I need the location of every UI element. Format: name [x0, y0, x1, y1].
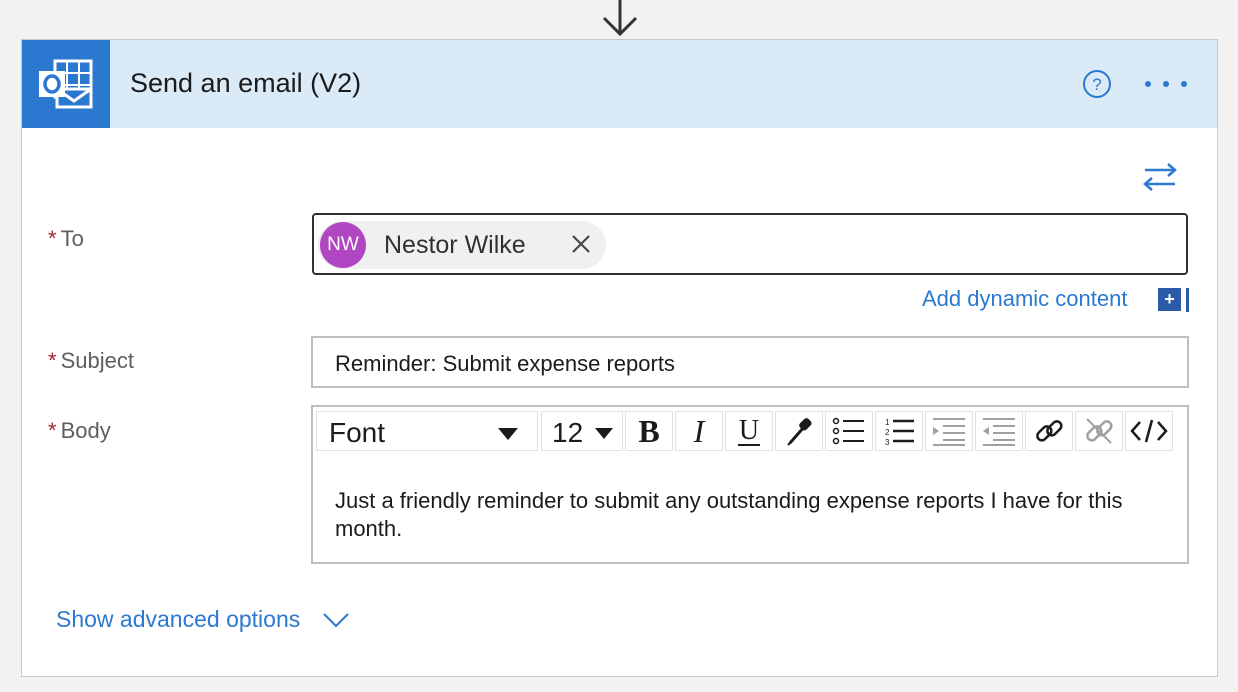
svg-text:1: 1: [885, 418, 890, 427]
to-label: * To: [48, 226, 84, 251]
svg-text:2: 2: [885, 428, 890, 437]
svg-text:I: I: [693, 416, 706, 446]
subject-label: * Subject: [48, 348, 134, 373]
code-view-button[interactable]: [1125, 411, 1173, 451]
outdent-button[interactable]: [975, 411, 1023, 451]
body-label: * Body: [48, 418, 111, 443]
numbered-list-button[interactable]: 1 2 3: [875, 411, 923, 451]
bold-icon: B: [638, 416, 659, 446]
svg-text:U: U: [739, 415, 759, 446]
svg-text:3: 3: [885, 438, 890, 446]
link-icon: [1036, 420, 1063, 442]
to-field[interactable]: NW Nestor Wilke: [312, 213, 1188, 275]
font-size-select[interactable]: 12: [541, 411, 623, 451]
bold-button[interactable]: B: [625, 411, 673, 451]
required-marker: *: [48, 226, 57, 251]
more-options-icon[interactable]: [1142, 74, 1192, 94]
indent-button[interactable]: [925, 411, 973, 451]
outlook-icon: [22, 40, 110, 128]
recipient-name: Nestor Wilke: [384, 231, 526, 259]
underline-button[interactable]: U: [725, 411, 773, 451]
code-icon: [1130, 419, 1168, 443]
avatar: NW: [320, 222, 366, 268]
add-dynamic-content-button[interactable]: +: [1158, 288, 1181, 311]
body-editor[interactable]: Font 12 B I U 1 2 3 Just a friendly remi…: [311, 405, 1189, 564]
action-title: Send an email (V2): [130, 68, 362, 98]
svg-text:?: ?: [1092, 75, 1101, 94]
rich-text-toolbar: Font 12 B I U 1 2 3: [313, 407, 1187, 457]
body-text[interactable]: Just a friendly reminder to submit any o…: [335, 487, 1175, 543]
help-icon[interactable]: ?: [1082, 69, 1112, 99]
add-dynamic-divider: [1186, 288, 1189, 312]
subject-input[interactable]: Reminder: Submit expense reports: [311, 336, 1189, 388]
show-advanced-options-link[interactable]: Show advanced options: [56, 606, 300, 633]
underline-icon: U: [738, 415, 760, 446]
unlink-icon: [1086, 418, 1113, 444]
font-select[interactable]: Font: [316, 411, 538, 451]
italic-button[interactable]: I: [675, 411, 723, 451]
bullet-list-button[interactable]: [825, 411, 873, 451]
flow-arrow-icon: [602, 0, 638, 37]
outdent-icon: [983, 418, 1015, 446]
add-dynamic-content-link[interactable]: Add dynamic content: [922, 286, 1127, 312]
eyedropper-icon: [787, 418, 812, 446]
close-icon[interactable]: [570, 233, 592, 255]
italic-icon: I: [693, 416, 706, 446]
numbered-list-icon: 1 2 3: [885, 418, 914, 446]
chevron-down-icon: [498, 428, 518, 440]
text-color-button[interactable]: [775, 411, 823, 451]
action-header[interactable]: Send an email (V2) ?: [22, 40, 1217, 128]
svg-text:B: B: [638, 416, 659, 446]
action-card: Send an email (V2) ? * To NW Nestor Wilke: [21, 39, 1218, 677]
swap-icon[interactable]: [1142, 160, 1178, 194]
bullet-list-icon: [832, 417, 864, 445]
remove-link-button[interactable]: [1075, 411, 1123, 451]
subject-value: Reminder: Submit expense reports: [335, 351, 675, 376]
chevron-down-icon: [595, 428, 613, 439]
chevron-down-icon[interactable]: [322, 610, 350, 630]
insert-link-button[interactable]: [1025, 411, 1073, 451]
indent-icon: [933, 418, 965, 446]
recipient-chip[interactable]: NW Nestor Wilke: [318, 221, 606, 269]
